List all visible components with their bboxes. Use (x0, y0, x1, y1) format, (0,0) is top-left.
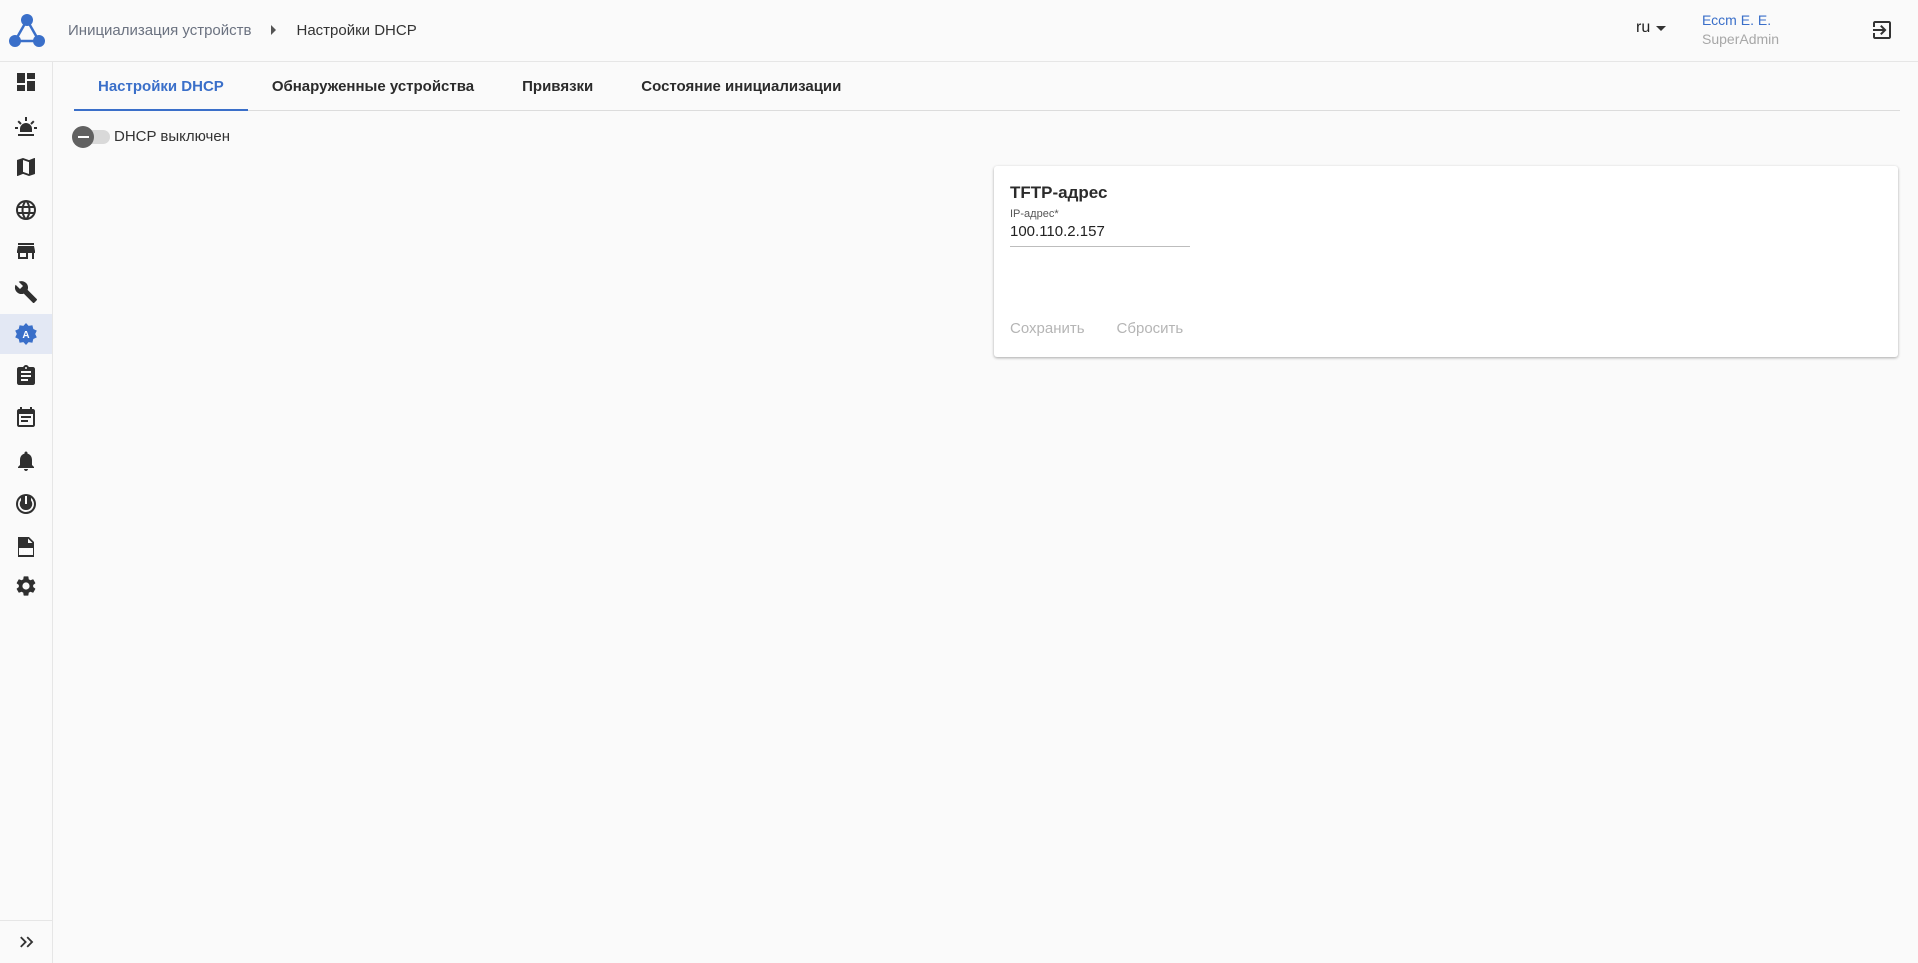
logout-icon[interactable] (1870, 18, 1894, 42)
breadcrumb-separator-icon (271, 25, 277, 35)
sidebar-item-tools[interactable] (0, 272, 52, 312)
card-actions: Сохранить Сбросить (1002, 316, 1207, 341)
breadcrumb-current: Настройки DHCP (296, 21, 417, 39)
breadcrumb-device-init[interactable]: Инициализация устройств (68, 22, 251, 39)
sidebar-item-network[interactable] (0, 190, 52, 230)
language-select[interactable]: ru (1636, 19, 1667, 37)
svg-text:LOG: LOG (21, 550, 32, 556)
tftp-card: TFTP-адрес IP-адрес* Сохранить Сбросить (994, 166, 1898, 357)
user-name[interactable]: Ессm E. E. (1702, 11, 1779, 29)
auto-init-icon: A (15, 323, 37, 345)
sidebar-item-power[interactable] (0, 484, 52, 524)
sidebar: A LOG (0, 62, 53, 963)
sidebar-item-notifications[interactable] (0, 441, 52, 481)
tab-bar: Настройки DHCP Обнаруженные устройства П… (74, 62, 1900, 111)
power-icon (16, 494, 36, 514)
language-value: ru (1636, 19, 1651, 36)
dhcp-toggle-label: DHCP выключен (114, 128, 230, 145)
toggle-off-icon (72, 125, 94, 148)
tab-discovered-devices[interactable]: Обнаруженные устройства (248, 62, 498, 110)
svg-text:A: A (22, 330, 29, 341)
ip-address-label: IP-адрес* (1010, 208, 1059, 220)
clipboard-icon (17, 365, 35, 385)
tab-init-status[interactable]: Состояние инициализации (617, 62, 865, 110)
sidebar-item-logs[interactable]: LOG (0, 527, 52, 567)
globe-icon (16, 200, 36, 220)
network-nodes-logo[interactable] (7, 11, 47, 49)
gear-icon (16, 576, 36, 596)
breadcrumb: Инициализация устройств Настройки DHCP (68, 0, 417, 60)
save-button[interactable]: Сохранить (1002, 316, 1093, 341)
double-chevron-right-icon (20, 936, 34, 948)
calendar-icon (17, 407, 35, 427)
card-title: TFTP-адрес (1010, 183, 1108, 202)
sidebar-item-tasks[interactable] (0, 356, 52, 396)
sidebar-item-schedule[interactable] (0, 398, 52, 438)
ip-address-input[interactable] (1010, 221, 1190, 242)
sidebar-item-settings[interactable] (0, 566, 52, 606)
caret-down-icon (1656, 25, 1667, 31)
user-role: SuperAdmin (1702, 31, 1780, 47)
dashboard-icon (17, 73, 35, 91)
sidebar-item-device-init[interactable]: A (0, 314, 52, 354)
ip-address-field[interactable] (1010, 221, 1190, 247)
dhcp-toggle[interactable]: DHCP выключен (72, 125, 230, 148)
sidebar-expand-button[interactable] (0, 920, 52, 963)
store-icon (17, 243, 35, 259)
tab-dhcp-settings[interactable]: Настройки DHCP (74, 62, 248, 111)
alarm-light-icon (15, 117, 37, 136)
bell-icon (18, 451, 34, 471)
sidebar-item-store[interactable] (0, 231, 52, 271)
tab-bindings[interactable]: Привязки (498, 62, 617, 110)
sidebar-item-alarms[interactable] (0, 107, 52, 147)
toggle-track[interactable] (72, 125, 110, 148)
app-header: Инициализация устройств Настройки DHCP r… (0, 0, 1918, 62)
user-info: Ессm E. E. SuperAdmin (1702, 11, 1779, 49)
reset-button[interactable]: Сбросить (1109, 316, 1192, 341)
log-icon: LOG (18, 537, 34, 557)
wrench-icon (14, 281, 37, 303)
sidebar-item-dashboard[interactable] (0, 62, 52, 102)
sidebar-item-map[interactable] (0, 147, 52, 187)
map-icon (17, 158, 35, 176)
